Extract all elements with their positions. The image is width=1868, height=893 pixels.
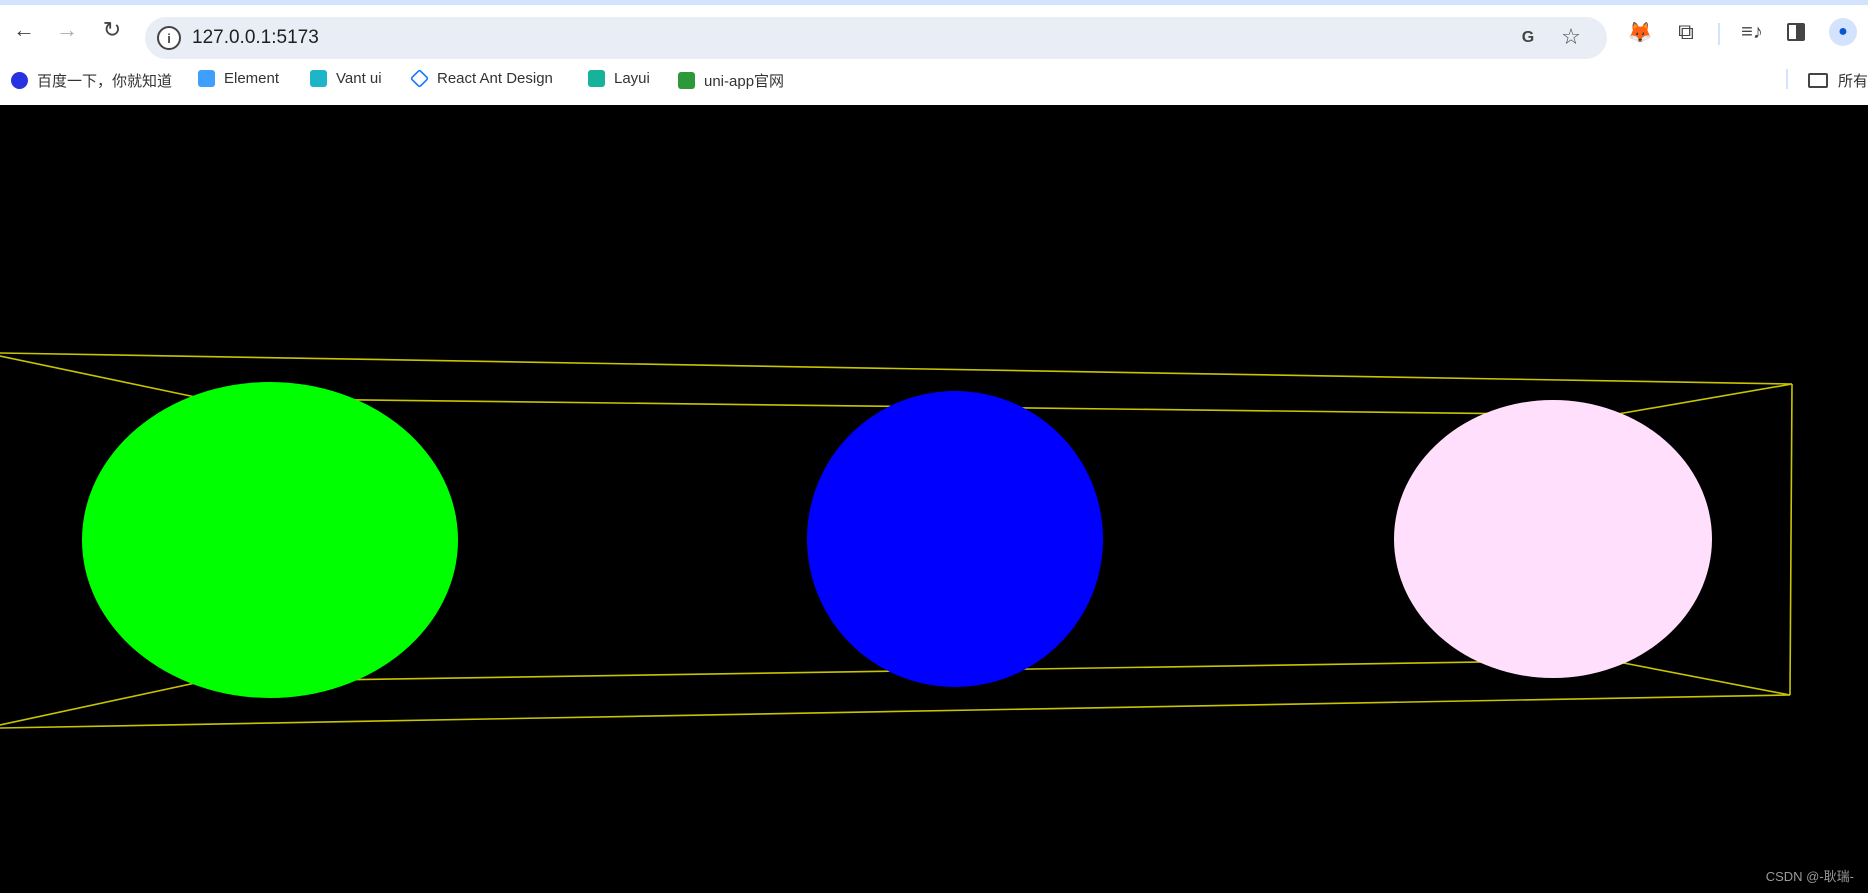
bookmark-baidu[interactable]: 百度一下，你就知道	[11, 70, 172, 91]
bookmark-label: 百度一下，你就知道	[37, 73, 173, 90]
baidu-icon	[11, 72, 28, 89]
toolbar-divider	[1718, 23, 1720, 45]
uniapp-icon	[678, 72, 695, 89]
element-icon	[198, 70, 215, 87]
webgl-canvas[interactable]	[0, 105, 1868, 893]
forward-icon[interactable]: →	[51, 14, 83, 46]
media-control-icon[interactable]: ≡♪	[1738, 18, 1766, 46]
watermark: CSDN @-耿瑞-	[1765, 869, 1854, 884]
site-info-icon[interactable]: i	[157, 26, 181, 50]
bookmark-layui[interactable]: Layui	[588, 70, 650, 87]
bookmark-element[interactable]: Element	[198, 70, 279, 87]
bookmark-label: React Ant Design	[437, 70, 553, 87]
reload-icon[interactable]: ↻	[96, 14, 128, 46]
star-icon[interactable]: ☆	[1557, 23, 1585, 51]
extensions-icon[interactable]: ⧉	[1672, 18, 1700, 46]
url-text[interactable]: 127.0.0.1:5173	[192, 27, 319, 49]
bookmark-divider	[1786, 69, 1788, 89]
folder-icon	[1808, 73, 1828, 88]
all-bookmarks-folder[interactable]: 所有	[1808, 70, 1868, 91]
vant-icon	[310, 70, 327, 87]
layui-icon	[588, 70, 605, 87]
green-sphere	[82, 382, 458, 698]
side-panel-icon[interactable]	[1782, 18, 1810, 46]
browser-toolbar: ← → ↻ i 127.0.0.1:5173 G ☆ 🦊 ⧉ ≡♪ ●	[0, 5, 1868, 59]
blue-sphere	[807, 391, 1103, 687]
address-bar[interactable]: i 127.0.0.1:5173 G ☆	[145, 17, 1607, 59]
bookmark-uniapp[interactable]: uni-app官网	[678, 70, 784, 91]
metamask-fox-icon[interactable]: 🦊	[1626, 18, 1654, 46]
bookmark-label: uni-app官网	[704, 73, 785, 90]
bookmark-label: Element	[224, 70, 280, 87]
bookmark-label: Layui	[614, 70, 650, 87]
bookmark-vant[interactable]: Vant ui	[310, 70, 382, 87]
profile-avatar-icon[interactable]: ●	[1829, 18, 1857, 46]
bookmark-react-ant-design[interactable]: React Ant Design	[409, 68, 553, 89]
antd-icon	[409, 68, 430, 89]
pink-sphere	[1394, 400, 1712, 678]
back-icon[interactable]: ←	[8, 14, 40, 46]
bookmarks-bar: 百度一下，你就知道 Element Vant ui React Ant Desi…	[0, 59, 1868, 105]
all-bookmarks-label: 所有	[1838, 73, 1868, 90]
bookmark-label: Vant ui	[336, 70, 382, 87]
translate-icon[interactable]: G	[1515, 25, 1541, 51]
